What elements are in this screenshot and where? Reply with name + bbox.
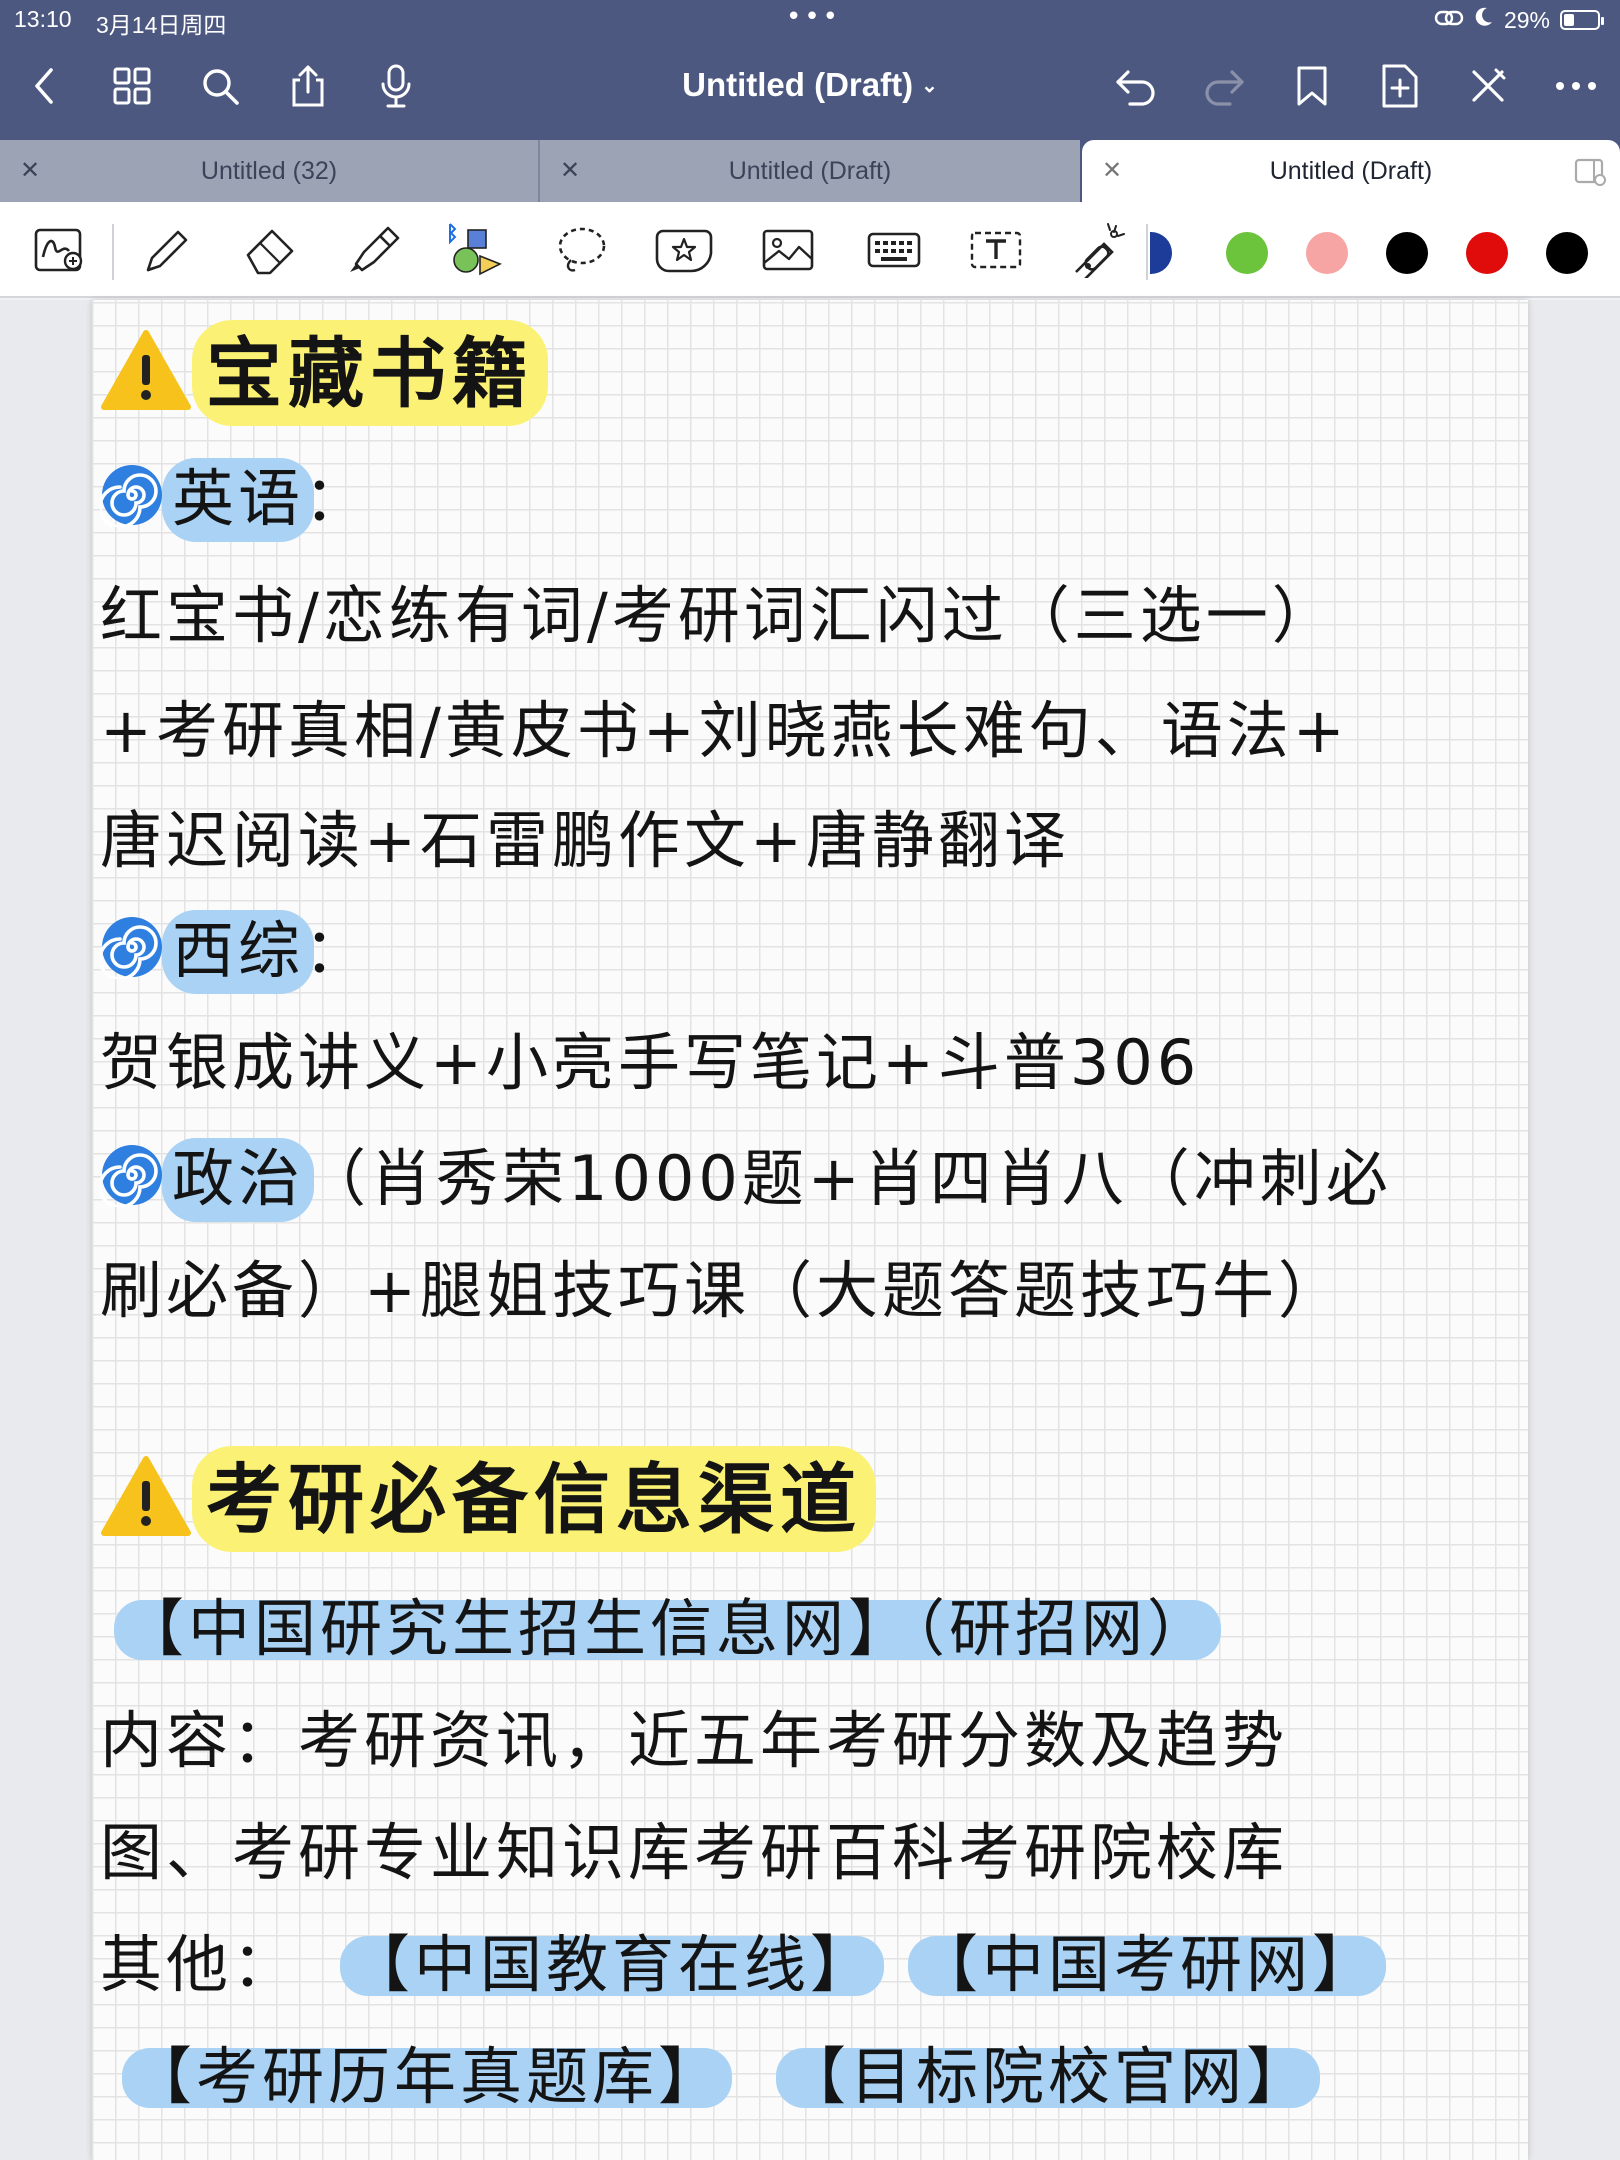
english-label: 英语 — [161, 448, 315, 542]
content-text: 考研资讯，近五年考研分数及趋势 — [298, 1704, 1289, 1777]
english-line-2: +考研真相/黄皮书+刘晓燕长难句、语法+ — [100, 694, 1349, 767]
others-line: 其他： 【中国教育在线】 【中国考研网】 — [100, 1914, 1387, 2004]
xizong-line-1: 贺银成讲义+小亮手写笔记+斗普306 — [100, 1026, 1201, 1099]
cyclone-icon — [98, 1143, 164, 1222]
politics-line-1: 政治（肖秀荣1000题+肖四肖八（冲刺必 — [98, 1128, 1392, 1222]
site-main-text: 【中国研究生招生信息网】（研招网） — [113, 1578, 1222, 1668]
colon: ： — [304, 914, 371, 987]
colon: ： — [304, 462, 371, 535]
heading-text: 考研必备信息渠道 — [192, 1438, 876, 1552]
site-kaoyan-net: 【中国考研网】 — [908, 1914, 1387, 2004]
content-line-2: 图、考研专业知识库考研百科考研院校库 — [100, 1816, 1289, 1889]
site-main-line: 【中国研究生招生信息网】（研招网） — [113, 1578, 1222, 1668]
english-label-line: 英语： — [98, 448, 371, 542]
note-content: 宝藏书籍 英语： 红宝书/恋练有词/考研词汇闪过（三选一） +考研真相/黄皮书+… — [0, 0, 1620, 2160]
site-school-official: 【目标院校官网】 — [776, 2026, 1321, 2116]
cyclone-icon — [98, 915, 164, 994]
sites-line: 【考研历年真题库】 【目标院校官网】 — [121, 2026, 1321, 2116]
politics-text: （肖秀荣1000题+肖四肖八（冲刺必 — [304, 1142, 1392, 1215]
others-prefix: 其他： — [100, 1928, 299, 2001]
content-line-1: 内容：考研资讯，近五年考研分数及趋势 — [100, 1690, 1288, 1780]
app-window: 13:10 3月14日周四 ••• 29% Untitled (Draft) ⌄… — [0, 0, 1620, 2160]
politics-line-2: 刷必备）+腿姐技巧课（大题答题技巧牛） — [100, 1254, 1344, 1327]
heading-treasure-books: 宝藏书籍 — [100, 312, 548, 429]
site-question-bank: 【考研历年真题库】 — [121, 2026, 733, 2116]
site-edu-online: 【中国教育在线】 — [340, 1914, 885, 2004]
heading-info-channels: 考研必备信息渠道 — [100, 1438, 876, 1555]
cyclone-icon — [98, 463, 164, 542]
xizong-label: 西综 — [161, 900, 315, 994]
warning-icon — [100, 329, 192, 429]
content-prefix: 内容： — [100, 1704, 299, 1777]
politics-label: 政治 — [161, 1128, 315, 1222]
english-line-1: 红宝书/恋练有词/考研词汇闪过（三选一） — [100, 579, 1338, 652]
english-line-3: 唐迟阅读+石雷鹏作文+唐静翻译 — [100, 804, 1070, 877]
heading-text: 宝藏书籍 — [192, 312, 548, 426]
xizong-label-line: 西综： — [98, 900, 371, 994]
warning-icon — [100, 1455, 192, 1555]
